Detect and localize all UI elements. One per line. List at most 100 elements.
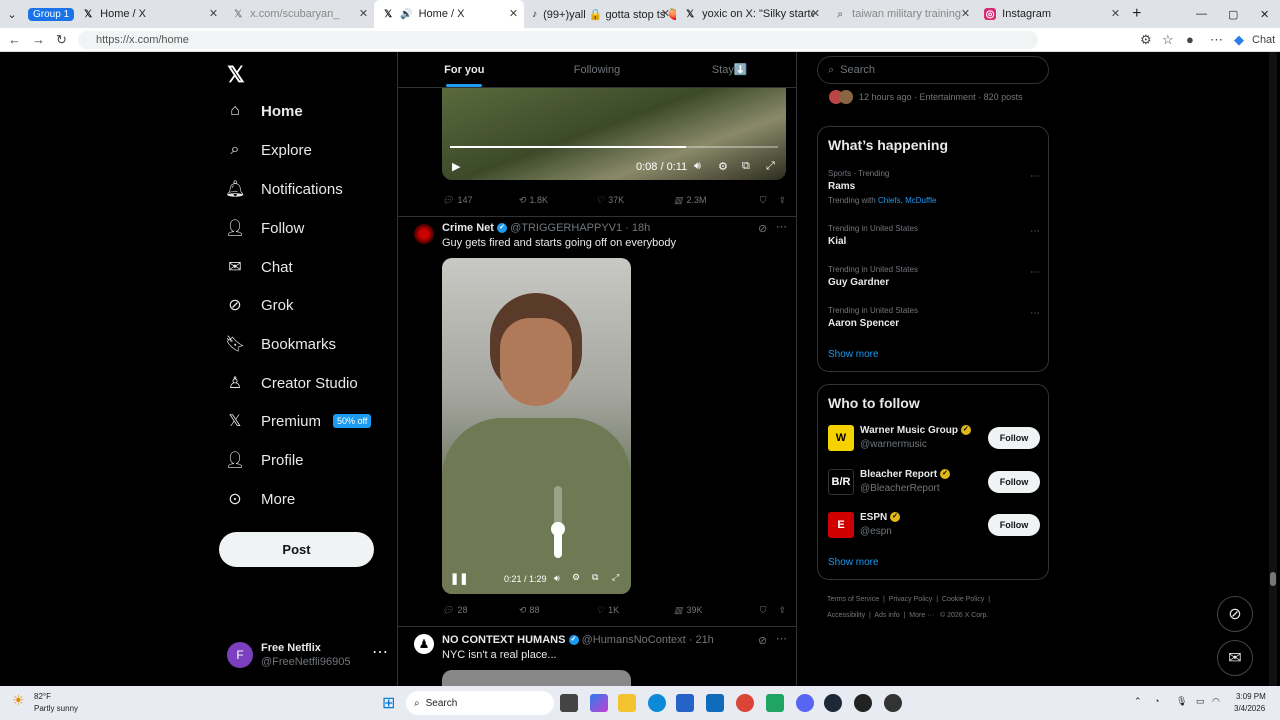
show-more-link[interactable]: Show more [828, 349, 879, 360]
post-video-player[interactable]: ❚❚ 0:21 / 1:29 🔊︎ ⚙ ⧉ ⤢ [442, 258, 631, 594]
close-icon[interactable]: ✕ [811, 7, 820, 20]
favorites-icon[interactable]: ☆ [1162, 32, 1174, 48]
grok-icon[interactable]: ⊘ [758, 634, 767, 647]
minimize-icon[interactable]: — [1196, 8, 1207, 20]
follow-suggestion[interactable]: W Warner Music Group ✓ @warnermusic Foll… [828, 423, 1040, 453]
url-field[interactable]: https://x.com/home [78, 31, 1038, 49]
settings-icon[interactable]: ⚙ [718, 160, 728, 173]
post-video-player[interactable]: ▶ 0:08 / 0:11 🔊︎ ⚙ ⧉ ⤢ [442, 88, 786, 180]
store-icon[interactable] [676, 694, 694, 712]
browser-tab-5[interactable]: 𝕏 yoxic on X: "Silky started his stre ✕ [676, 0, 826, 28]
browser-tab-1[interactable]: 𝕏 Home / X ✕ [74, 0, 224, 28]
clock-date[interactable]: 3/4/2026 [1234, 704, 1265, 713]
repost-button[interactable]: ⟲ 1.8K [518, 195, 596, 206]
tab-stay[interactable]: Stay⬇️ [663, 52, 796, 87]
app-icon[interactable] [884, 694, 902, 712]
new-tab-icon[interactable]: + [1132, 5, 1141, 23]
footer-link[interactable]: Accessibility [827, 612, 865, 619]
extensions-icon[interactable]: ⚙ [1140, 32, 1152, 48]
maximize-icon[interactable]: ▢ [1228, 8, 1238, 21]
bookmark-icon[interactable]: ⛉ [760, 605, 767, 616]
bookmark-icon[interactable]: ⛉ [760, 195, 767, 206]
share-icon[interactable]: ⇪ [778, 605, 786, 616]
follow-button[interactable]: Follow [988, 471, 1040, 493]
settings-icon[interactable]: ⚙ [572, 572, 580, 583]
trend-item[interactable]: Trending in United States Kial ⋯ [828, 224, 1040, 247]
footer-link[interactable]: Ads info [874, 612, 899, 619]
copilot-icon[interactable] [590, 694, 608, 712]
grok-icon[interactable]: ⊘ [758, 222, 767, 235]
like-button[interactable]: ♡ 1K [596, 605, 674, 616]
nav-notifications[interactable]: 🔔︎ Notifications [225, 174, 343, 204]
follow-button[interactable]: Follow [988, 427, 1040, 449]
mail-icon[interactable]: ✉ [1217, 640, 1253, 676]
tray-chevron-icon[interactable]: ⌃ [1134, 696, 1142, 707]
weather-temp[interactable]: 82°F [34, 692, 51, 701]
close-icon[interactable]: ✕ [1111, 7, 1120, 20]
more-dots-icon[interactable]: ⋯ [372, 642, 388, 662]
more-dots-icon[interactable]: ⋯ [1030, 267, 1040, 278]
scrollbar[interactable] [1269, 52, 1277, 686]
more-dots-icon[interactable]: ⋯ [776, 220, 787, 233]
trend-item[interactable]: Trending in United States Aaron Spencer … [828, 306, 1040, 329]
obs-icon[interactable] [854, 694, 872, 712]
nav-premium[interactable]: 𝕏 Premium 50% off [225, 406, 372, 436]
chrome-icon[interactable] [736, 694, 754, 712]
nav-profile[interactable]: 👤︎ Profile [225, 445, 304, 475]
close-icon[interactable]: ✕ [209, 7, 218, 20]
trend-with-links[interactable]: Chiefs, McDuffle [878, 196, 937, 205]
microphone-icon[interactable]: 🎙︎ [1176, 696, 1187, 707]
close-icon[interactable]: ✕ [509, 7, 518, 20]
video-progress-bar[interactable] [450, 146, 778, 148]
fullscreen-icon[interactable]: ⤢ [612, 572, 619, 583]
weather-icon[interactable]: ☀ [12, 692, 25, 709]
nav-home[interactable]: ⌂ Home [225, 96, 303, 126]
trend-item[interactable]: Sports · Trending Rams Trending with Chi… [828, 169, 1040, 205]
back-icon[interactable]: ← [8, 32, 21, 47]
network-icon[interactable]: ◔ [1154, 696, 1159, 706]
post-author[interactable]: NO CONTEXT HUMANS ✓ @HumansNoContext · 2… [442, 634, 714, 646]
footer-link[interactable]: Cookie Policy [942, 596, 984, 603]
browser-tab-3[interactable]: 𝕏 🔊 Home / X ✕ [374, 0, 525, 28]
nav-creator-studio[interactable]: ♙ Creator Studio [225, 368, 358, 398]
discord-icon[interactable] [796, 694, 814, 712]
tab-following[interactable]: Following [531, 52, 664, 87]
close-icon[interactable]: ✕ [359, 7, 368, 20]
miniplayer-icon[interactable]: ⧉ [742, 160, 750, 173]
nav-more[interactable]: ⊙ More [225, 484, 295, 514]
repost-button[interactable]: ⟲ 88 [518, 605, 596, 616]
x-logo-icon[interactable]: 𝕏 [227, 62, 245, 88]
nav-explore[interactable]: ⌕ Explore [225, 135, 312, 165]
close-icon[interactable]: ✕ [961, 7, 970, 20]
footer-link[interactable]: More ··· [909, 612, 934, 619]
task-view-icon[interactable] [560, 694, 578, 712]
spaces-preview[interactable]: 12 hours ago · Entertainment · 820 posts [829, 90, 1023, 104]
nav-grok[interactable]: ⊘ Grok [225, 290, 293, 320]
search-input[interactable]: ⌕ Search [817, 56, 1049, 84]
nav-chat[interactable]: ✉ Chat [225, 252, 292, 282]
grok-icon[interactable]: ⊘ [1217, 596, 1253, 632]
speaker-icon[interactable]: 🔊︎ [554, 573, 560, 584]
file-explorer-icon[interactable] [618, 694, 636, 712]
follow-suggestion[interactable]: E ESPN ✓ @espn Follow [828, 510, 1040, 540]
app-icon[interactable] [766, 694, 784, 712]
edge-icon[interactable] [648, 694, 666, 712]
browser-tab-4[interactable]: ♪ (99+)yall 🔒 gotta stop ts 🍑🍑💰 ✕ [524, 0, 676, 28]
miniplayer-icon[interactable]: ⧉ [592, 572, 598, 583]
pause-icon[interactable]: ❚❚ [450, 572, 468, 585]
nav-bookmarks[interactable]: 🔖︎ Bookmarks [225, 329, 336, 359]
reply-button[interactable]: 💬︎ 28 [442, 605, 518, 616]
nav-follow[interactable]: 👤︎ Follow [225, 213, 304, 243]
volume-slider[interactable] [551, 486, 565, 558]
more-dots-icon[interactable]: ⋯ [776, 632, 787, 645]
share-icon[interactable]: ⇪ [778, 195, 786, 206]
display-icon[interactable]: ▭ [1196, 696, 1205, 707]
fullscreen-icon[interactable]: ⤢ [766, 160, 775, 173]
more-dots-icon[interactable]: ⋯ [1030, 226, 1040, 237]
views-button[interactable]: ▥ 2.3M [674, 195, 707, 206]
steam-icon[interactable] [824, 694, 842, 712]
outlook-icon[interactable] [706, 694, 724, 712]
close-window-icon[interactable]: ✕ [1260, 8, 1269, 21]
play-icon[interactable]: ▶ [452, 160, 460, 173]
footer-link[interactable]: Privacy Policy [889, 596, 933, 603]
